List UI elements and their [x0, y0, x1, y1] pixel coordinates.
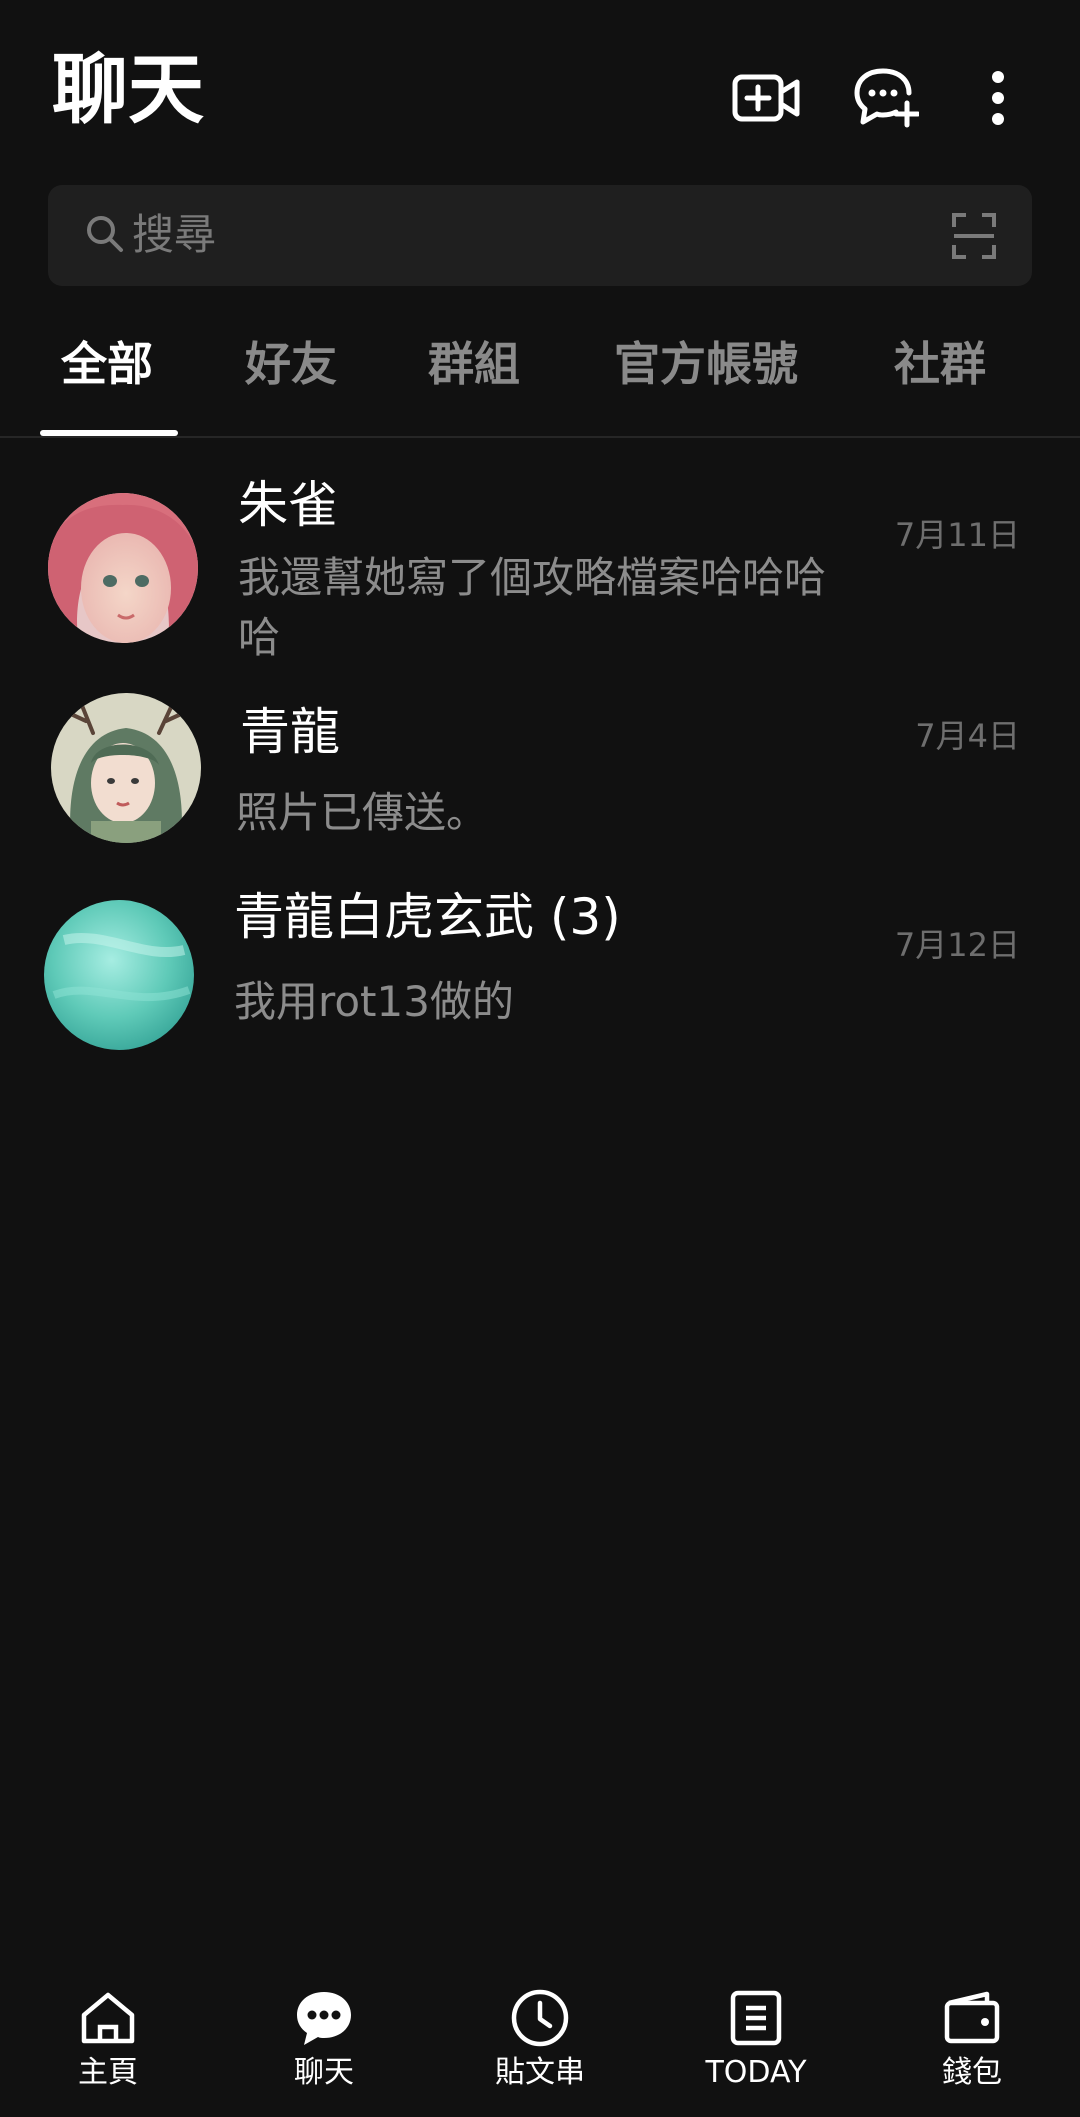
page-title: 聊天: [52, 45, 204, 134]
nav-home[interactable]: 主頁: [0, 1967, 216, 2117]
wallet-icon: [943, 1987, 1001, 2049]
nav-label: 主頁: [78, 2055, 138, 2090]
more-vertical-icon[interactable]: [958, 62, 1038, 134]
new-chat-icon[interactable]: [846, 62, 926, 134]
tab-bar: 全部 好友 群組 官方帳號 社群: [0, 300, 1080, 438]
avatar: [44, 900, 194, 1050]
chat-name: 青龍: [240, 703, 340, 761]
chat-list-item[interactable]: 青龍 照片已傳送。 7月4日: [0, 680, 1080, 880]
nav-today[interactable]: TODAY: [648, 1967, 864, 2117]
nav-label: 錢包: [942, 2055, 1002, 2090]
nav-wallet[interactable]: 錢包: [864, 1967, 1080, 2117]
chat-bubble-icon: [294, 1987, 354, 2049]
bottom-navigation: 主頁 聊天 貼文串 TODAY 錢包: [0, 1967, 1080, 2117]
nav-label: 聊天: [294, 2055, 354, 2090]
search-icon: [86, 215, 124, 257]
video-call-add-icon[interactable]: [726, 62, 806, 134]
active-tab-indicator: [40, 430, 178, 436]
nav-label: 貼文串: [495, 2055, 585, 2090]
chat-name: 青龍白虎玄武 (3): [234, 888, 621, 946]
chat-list-item[interactable]: 青龍白虎玄武 (3) 我用rot13做的 7月12日: [0, 880, 1080, 1080]
nav-label: TODAY: [705, 2055, 807, 2090]
tab-all[interactable]: 全部: [61, 336, 153, 392]
avatar: [51, 693, 201, 843]
avatar: [48, 493, 198, 643]
nav-chat[interactable]: 聊天: [216, 1967, 432, 2117]
search-bar[interactable]: 搜尋: [48, 185, 1032, 286]
chat-last-message: 我用rot13做的: [234, 977, 514, 1026]
chat-list-item[interactable]: 朱雀 我還幫她寫了個攻略檔案哈哈哈哈 7月11日: [0, 460, 1080, 670]
chat-date: 7月11日: [894, 516, 1020, 554]
chat-name: 朱雀: [238, 476, 338, 534]
chat-date: 7月4日: [915, 717, 1020, 755]
search-input[interactable]: 搜尋: [132, 209, 216, 261]
tab-official-accounts[interactable]: 官方帳號: [614, 336, 798, 392]
chat-last-message: 我還幫她寫了個攻略檔案哈哈哈哈: [238, 553, 827, 662]
clock-icon: [510, 1987, 570, 2049]
tab-friends[interactable]: 好友: [245, 336, 337, 392]
news-icon: [730, 1987, 782, 2049]
home-icon: [80, 1987, 136, 2049]
scan-icon[interactable]: [952, 213, 996, 263]
chat-date: 7月12日: [894, 926, 1020, 964]
tab-community[interactable]: 社群: [894, 336, 986, 392]
tab-groups[interactable]: 群組: [428, 336, 520, 392]
nav-timeline[interactable]: 貼文串: [432, 1967, 648, 2117]
header: 聊天: [0, 0, 1080, 180]
chat-last-message: 照片已傳送。: [236, 788, 489, 837]
